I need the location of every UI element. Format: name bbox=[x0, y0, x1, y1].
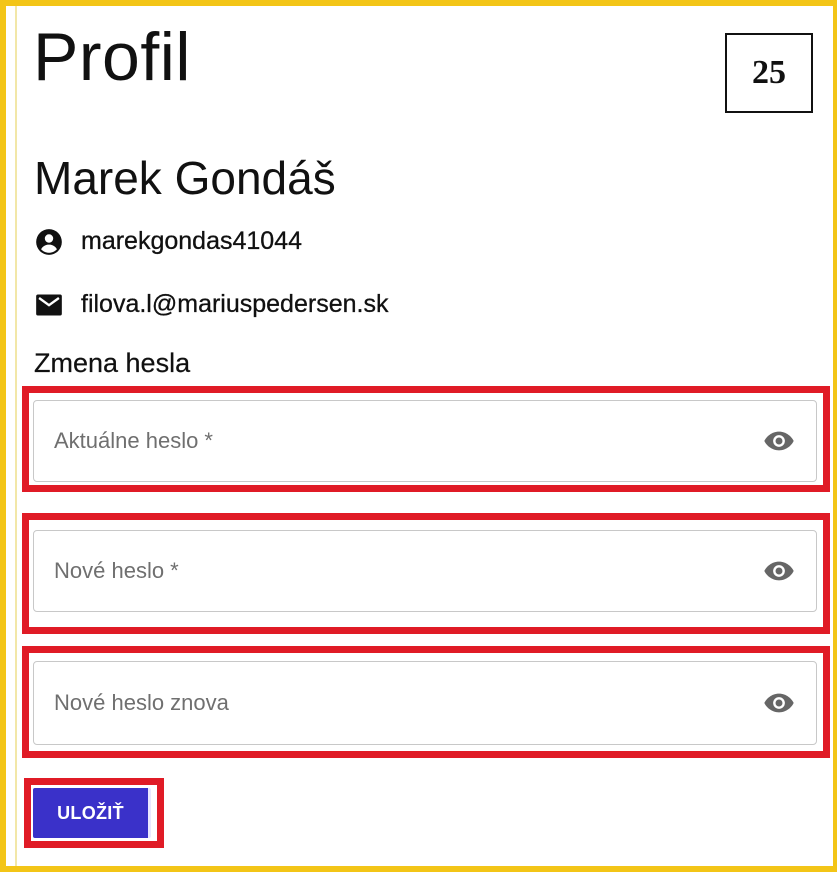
envelope-icon bbox=[35, 291, 63, 319]
save-button[interactable]: ULOŽIŤ bbox=[33, 788, 151, 838]
current-password-field[interactable]: Aktuálne heslo * bbox=[33, 400, 817, 482]
username-row: marekgondas41044 bbox=[35, 227, 302, 256]
eye-icon[interactable] bbox=[762, 691, 796, 715]
new-password-field[interactable]: Nové heslo * bbox=[33, 530, 817, 612]
username-text: marekgondas41044 bbox=[81, 227, 302, 255]
current-password-placeholder: Aktuálne heslo * bbox=[54, 428, 213, 453]
eye-icon[interactable] bbox=[762, 559, 796, 583]
new-password-repeat-field[interactable]: Nové heslo znova bbox=[33, 661, 817, 745]
new-password-repeat-placeholder: Nové heslo znova bbox=[54, 690, 229, 715]
frame-divider bbox=[15, 6, 17, 866]
password-section-title: Zmena hesla bbox=[34, 348, 191, 378]
new-password-placeholder: Nové heslo * bbox=[54, 558, 179, 583]
email-text: filova.l@mariuspedersen.sk bbox=[81, 290, 389, 318]
account-circle-icon bbox=[35, 228, 63, 256]
page-title: Profil bbox=[33, 19, 191, 95]
page-number-box: 25 bbox=[725, 33, 813, 113]
eye-icon[interactable] bbox=[762, 429, 796, 453]
email-row: filova.l@mariuspedersen.sk bbox=[35, 290, 389, 319]
profile-name: Marek Gondáš bbox=[34, 152, 336, 204]
